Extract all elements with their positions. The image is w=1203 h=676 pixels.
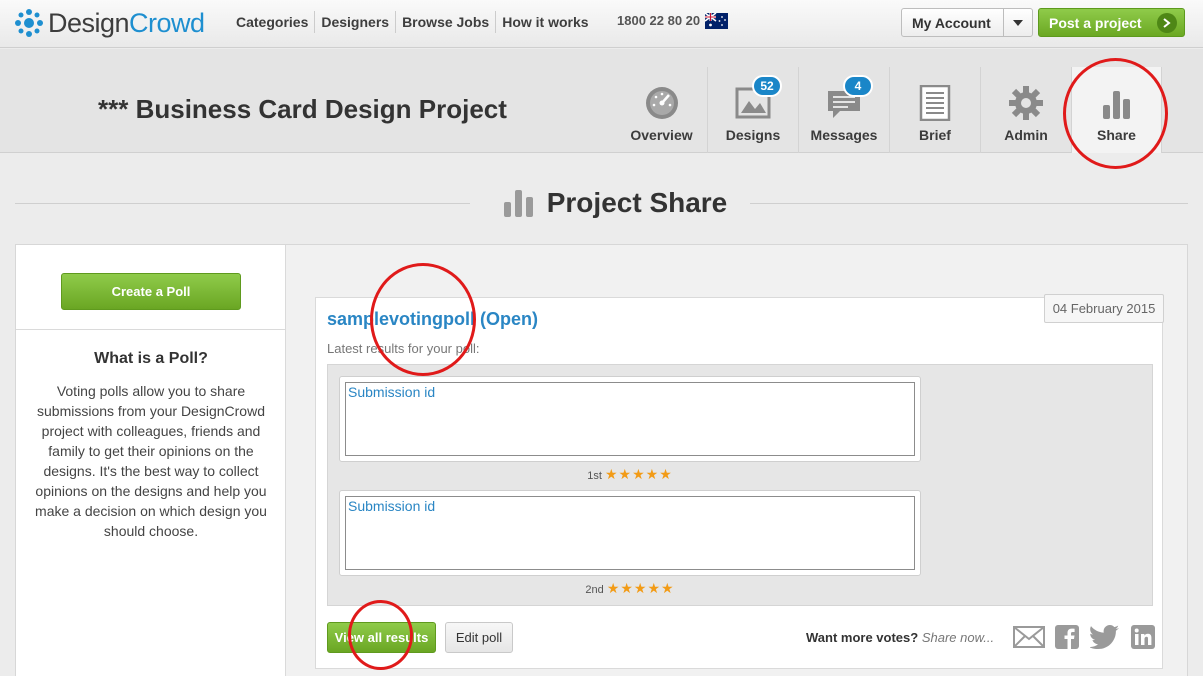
section-title-row: Project Share [15, 185, 1188, 221]
bar-chart-icon [1102, 91, 1130, 119]
gauge-icon [645, 87, 678, 119]
create-poll-button[interactable]: Create a Poll [61, 273, 241, 310]
poll-name[interactable]: samplevotingpoll [327, 309, 475, 329]
chevron-down-icon[interactable] [1003, 9, 1032, 36]
poll-card: samplevotingpoll (Open) Latest results f… [315, 297, 1163, 669]
tab-admin[interactable]: Admin [980, 67, 1071, 153]
want-more-label: Want more votes? [806, 630, 919, 645]
post-project-label: Post a project [1049, 14, 1142, 31]
submission-id[interactable]: Submission id [345, 382, 915, 456]
what-is-poll-heading: What is a Poll? [94, 350, 208, 367]
phone-number: 1800 22 80 20 [617, 13, 701, 28]
latest-results-label: Latest results for your poll: [327, 341, 480, 356]
tab-share[interactable]: Share [1071, 67, 1162, 153]
what-is-poll-description: Voting polls allow you to share submissi… [35, 383, 267, 539]
email-icon[interactable] [1013, 624, 1045, 650]
main-nav: Categories Designers Browse Jobs How it … [230, 0, 595, 44]
share-icons [1013, 624, 1165, 650]
logo-mark-icon [15, 9, 43, 37]
nav-how-it-works[interactable]: How it works [496, 11, 594, 33]
rank-label: 2nd [585, 584, 604, 596]
tab-share-label: Share [1097, 127, 1136, 143]
document-icon [919, 85, 951, 121]
designcrowd-logo[interactable]: DesignCrowd [14, 6, 205, 40]
view-all-results-button[interactable]: View all results [327, 622, 436, 653]
page-title-text: Project Share [546, 187, 728, 218]
logo-text: DesignCrowd [48, 8, 205, 39]
top-navigation-bar: DesignCrowd Categories Designers Browse … [0, 0, 1203, 48]
nav-categories[interactable]: Categories [230, 11, 316, 33]
tab-designs-label: Designs [725, 127, 781, 143]
project-title: *** Business Card Design Project [98, 94, 507, 124]
project-header: *** Business Card Design Project Overvie… [0, 49, 1203, 153]
tab-messages[interactable]: 4 Messages [798, 67, 889, 153]
poll-title[interactable]: samplevotingpoll (Open) [327, 309, 538, 330]
submission-id[interactable]: Submission id [345, 496, 915, 570]
gear-icon [1009, 86, 1043, 120]
tab-messages-label: Messages [810, 127, 878, 143]
logo-crowd-text: Crowd [129, 7, 205, 38]
tab-overview[interactable]: Overview [616, 67, 707, 153]
poll-sidebar: Create a Poll What is a Poll? Voting pol… [16, 245, 286, 676]
star-rating: ★★★★★ [604, 466, 673, 482]
twitter-icon[interactable] [1089, 624, 1121, 650]
my-account-label: My Account [912, 14, 991, 31]
result-rank: 2nd ★★★★★ [339, 580, 921, 597]
rank-label: 1st [587, 470, 602, 482]
poll-status: (Open) [480, 309, 539, 329]
nav-browse-jobs[interactable]: Browse Jobs [396, 11, 497, 33]
tab-brief[interactable]: Brief [889, 67, 980, 153]
post-project-button[interactable]: Post a project [1038, 8, 1185, 37]
page-title: Project Share [480, 185, 750, 221]
divider-left [15, 203, 470, 204]
tab-admin-label: Admin [1004, 127, 1048, 143]
designs-count-badge: 52 [752, 75, 782, 97]
tab-overview-label: Overview [630, 127, 693, 143]
share-now-label: Share now... [921, 630, 995, 645]
share-panel: Create a Poll What is a Poll? Voting pol… [15, 244, 1188, 676]
my-account-dropdown[interactable]: My Account [901, 8, 1033, 37]
nav-designers[interactable]: Designers [315, 11, 397, 33]
result-item[interactable]: Submission id [339, 490, 921, 576]
messages-count-badge: 4 [843, 75, 873, 97]
edit-poll-button[interactable]: Edit poll [445, 622, 513, 653]
facebook-icon[interactable] [1051, 624, 1083, 650]
australia-flag-icon [705, 13, 728, 29]
linkedin-icon[interactable] [1127, 624, 1159, 650]
results-list: Submission id 1st ★★★★★ Submission id 2n… [327, 364, 1153, 606]
bar-chart-icon [503, 190, 533, 217]
tab-designs[interactable]: 52 Designs [707, 67, 798, 153]
tab-brief-label: Brief [919, 127, 951, 143]
project-tabs: Overview 52 Designs 4 Messages Brief Adm… [616, 67, 1162, 153]
divider-right [733, 203, 1188, 204]
star-rating: ★★★★★ [606, 580, 675, 596]
want-more-votes-text: Want more votes? Share now... [806, 630, 994, 645]
logo-design-text: Design [48, 7, 130, 38]
arrow-right-icon [1157, 12, 1177, 33]
result-rank: 1st ★★★★★ [339, 466, 921, 483]
poll-date: 04 February 2015 [1044, 294, 1164, 323]
result-item[interactable]: Submission id [339, 376, 921, 462]
sidebar-divider [16, 329, 286, 330]
